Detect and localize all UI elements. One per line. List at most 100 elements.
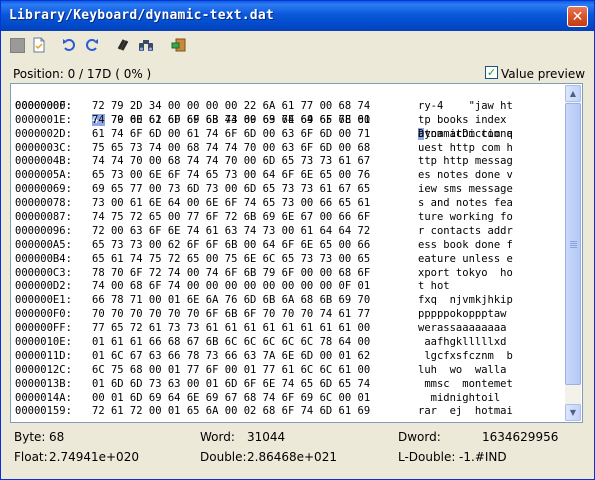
row-offset: 0000010E: xyxy=(15,336,72,349)
row-hex[interactable]: 78 70 6F 72 74 00 74 6F 6B 79 6F 00 00 6… xyxy=(92,267,370,281)
row-text[interactable]: iew sms message xyxy=(418,183,513,197)
hex-row[interactable]: 0000014A: 00 01 6D 69 64 6E 69 67 68 74 6… xyxy=(15,392,567,406)
hex-row[interactable]: 0000013B: 01 6D 6D 73 63 00 01 6D 6F 6E 7… xyxy=(15,378,567,392)
row-offset: 000000A5: xyxy=(15,238,72,251)
byte-value: 68 xyxy=(49,430,65,444)
scroll-up-button[interactable]: ▲ xyxy=(565,85,581,102)
row-text[interactable]: atom atom com q xyxy=(418,128,513,142)
hex-row[interactable]: 000000C3: 78 70 6F 72 74 00 74 6F 6B 79 6… xyxy=(15,267,567,281)
row-text[interactable]: rar ej hotmai xyxy=(418,405,513,419)
thumb-grip xyxy=(570,247,577,248)
hex-row[interactable]: 0000003C: 75 65 73 74 00 68 74 74 70 00 6… xyxy=(15,142,567,156)
row-text[interactable]: eature unless e xyxy=(418,253,513,267)
float-label: Float: xyxy=(14,450,48,464)
row-hex[interactable]: 75 65 73 74 00 68 74 74 70 00 63 6F 6D 0… xyxy=(92,142,370,156)
scroll-down-button[interactable]: ▼ xyxy=(565,404,581,421)
row-hex[interactable]: 74 74 70 00 68 74 74 70 00 6D 65 73 73 6… xyxy=(92,155,370,169)
value-preview-checkbox[interactable]: ✓ xyxy=(485,66,498,79)
row-text[interactable]: s and notes fea xyxy=(418,197,513,211)
row-hex[interactable]: 61 74 6F 6D 00 61 74 6F 6D 00 63 6F 6D 0… xyxy=(92,128,370,142)
hex-row[interactable]: 00000069: 69 65 77 00 73 6D 73 00 6D 65 7… xyxy=(15,183,567,197)
row-text[interactable]: xport tokyo ho xyxy=(418,267,513,281)
hex-row[interactable]: 000000E1: 66 78 71 00 01 6E 6A 76 6D 6B 6… xyxy=(15,294,567,308)
row-text[interactable]: tp books index xyxy=(418,114,513,128)
row-hex[interactable]: 01 6D 6D 73 63 00 01 6D 6F 6E 74 65 6D 6… xyxy=(92,378,370,392)
hex-row[interactable]: 0000001E: 74 70 00 62 6F 6F 6B 73 00 69 6… xyxy=(15,114,567,128)
row-hex[interactable]: 73 00 61 6E 64 00 6E 6F 74 65 73 00 66 6… xyxy=(92,197,370,211)
hex-row[interactable]: 0000010E: 01 61 61 66 68 67 6B 6C 6C 6C 6… xyxy=(15,336,567,350)
redo-button[interactable] xyxy=(82,35,102,55)
value-preview-label[interactable]: Value preview xyxy=(501,67,585,81)
redo-icon xyxy=(86,39,98,51)
stop-button[interactable] xyxy=(7,35,27,55)
row-hex[interactable]: 74 75 72 65 00 77 6F 72 6B 69 6E 67 00 6… xyxy=(92,211,370,225)
link-button[interactable] xyxy=(113,35,133,55)
row-hex[interactable]: 65 73 73 00 62 6F 6F 6B 00 64 6F 6E 65 0… xyxy=(92,239,370,253)
hex-editor[interactable]: 00000000: 44 79 6E 61 6D 69 63 44 69 63 … xyxy=(10,83,583,423)
hex-row[interactable]: 0000012C: 6C 75 68 00 01 77 6F 00 01 77 6… xyxy=(15,364,567,378)
row-hex[interactable]: 66 78 71 00 01 6E 6A 76 6D 6B 6A 68 6B 6… xyxy=(92,294,370,308)
row-hex[interactable]: 72 61 72 00 01 65 6A 00 02 68 6F 74 6D 6… xyxy=(92,405,370,419)
row-hex[interactable]: 01 61 61 66 68 67 6B 6C 6C 6C 6C 6C 78 6… xyxy=(92,336,370,350)
row-text[interactable]: aafhgklllllxd xyxy=(418,336,506,350)
goto-button[interactable] xyxy=(169,35,189,55)
row-hex[interactable]: 65 61 74 75 72 65 00 75 6E 6C 65 73 73 0… xyxy=(92,253,370,267)
row-hex[interactable]: 77 65 72 61 73 73 61 61 61 61 61 61 61 6… xyxy=(92,322,370,336)
row-hex[interactable]: 72 79 2D 34 00 00 00 00 22 6A 61 77 00 6… xyxy=(92,100,370,114)
hex-row[interactable]: 00000096: 72 00 63 6F 6E 74 61 63 74 73 0… xyxy=(15,225,567,239)
row-text[interactable]: werassaaaaaaaa xyxy=(418,322,507,336)
word-label: Word: xyxy=(200,430,235,444)
row-text[interactable]: mmsc montemet xyxy=(418,378,513,392)
row-text[interactable]: pppppokoppptaw xyxy=(418,308,507,322)
find-button[interactable] xyxy=(136,35,156,55)
row-text[interactable]: ttp http messag xyxy=(418,155,513,169)
window-title: Library/Keyboard/dynamic-text.dat xyxy=(9,8,274,23)
row-hex[interactable]: 74 00 68 6F 74 00 00 00 00 00 00 00 00 0… xyxy=(92,280,370,294)
hex-row[interactable]: 0000002D: 61 74 6F 6D 00 61 74 6F 6D 00 6… xyxy=(15,128,567,142)
toolbar xyxy=(5,34,590,56)
row-text[interactable]: luh wo walla xyxy=(418,364,507,378)
hex-row[interactable]: 00000159: 72 61 72 00 01 65 6A 00 02 68 6… xyxy=(15,405,567,419)
undo-button[interactable] xyxy=(59,35,79,55)
scroll-thumb[interactable] xyxy=(565,103,581,385)
hex-row[interactable]: 00000078: 73 00 61 6E 64 00 6E 6F 74 65 7… xyxy=(15,197,567,211)
row-text[interactable]: es notes done v xyxy=(418,169,513,183)
hex-row[interactable]: 000000FF: 77 65 72 61 73 73 61 61 61 61 6… xyxy=(15,322,567,336)
row-offset: 00000087: xyxy=(15,211,72,224)
row-hex[interactable]: 65 73 00 6E 6F 74 65 73 00 64 6F 6E 65 0… xyxy=(92,169,370,183)
row-hex[interactable]: 01 6C 67 63 66 78 73 66 63 7A 6E 6D 00 0… xyxy=(92,350,370,364)
row-text[interactable]: lgcfxsfcznm b xyxy=(418,350,513,364)
close-button[interactable]: ✕ xyxy=(567,6,588,27)
hex-row[interactable]: 000000F0: 70 70 70 70 70 70 6F 6B 6F 70 7… xyxy=(15,308,567,322)
hex-row[interactable]: 000000D2: 74 00 68 6F 74 00 00 00 00 00 0… xyxy=(15,280,567,294)
chevron-down-icon: ▼ xyxy=(569,408,577,417)
row-hex[interactable]: 72 00 63 6F 6E 74 61 63 74 73 00 61 64 6… xyxy=(92,225,370,239)
dword-label: Dword: xyxy=(398,430,441,444)
hex-row[interactable]: 00000000: 44 79 6E 61 6D 69 63 44 69 63 … xyxy=(15,86,567,140)
row-hex[interactable]: 70 70 70 70 70 70 6F 6B 6F 70 70 70 74 6… xyxy=(92,308,370,322)
row-hex[interactable]: 69 65 77 00 73 6D 73 00 6D 65 73 73 61 6… xyxy=(92,183,370,197)
hex-row[interactable]: 00000087: 74 75 72 65 00 77 6F 72 6B 69 6… xyxy=(15,211,567,225)
row-text[interactable]: ess book done f xyxy=(418,239,513,253)
row-text[interactable]: r contacts addr xyxy=(418,225,513,239)
hex-row[interactable]: 000000B4: 65 61 74 75 72 65 00 75 6E 6C 6… xyxy=(15,253,567,267)
new-file-button[interactable] xyxy=(29,35,49,55)
vertical-scrollbar[interactable]: ▲ ▼ xyxy=(565,85,581,421)
row-offset: 0000014A: xyxy=(15,391,72,404)
row-text[interactable]: uest http com h xyxy=(418,142,513,156)
hex-row[interactable]: 0000005A: 65 73 00 6E 6F 74 65 73 00 64 6… xyxy=(15,169,567,183)
row-hex[interactable]: 00 01 6D 69 64 6E 69 67 68 74 6F 69 6C 0… xyxy=(92,392,370,406)
title-bar[interactable]: Library/Keyboard/dynamic-text.dat ✕ xyxy=(1,1,594,31)
hex-row[interactable]: 000000A5: 65 73 73 00 62 6F 6F 6B 00 64 6… xyxy=(15,239,567,253)
row-text[interactable]: ture working fo xyxy=(418,211,513,225)
row-text[interactable]: ry-4 "jaw ht xyxy=(418,100,513,114)
row-text[interactable]: fxq njvmkjhkip xyxy=(418,294,513,308)
hex-row[interactable]: 0000011D: 01 6C 67 63 66 78 73 66 63 7A 6… xyxy=(15,350,567,364)
row-offset: 0000001E: xyxy=(15,113,72,126)
hex-row[interactable]: 0000004B: 74 74 70 00 68 74 74 70 00 6D 6… xyxy=(15,155,567,169)
row-text[interactable]: midnightoil xyxy=(418,392,513,406)
hex-row[interactable]: 0000000F: 72 79 2D 34 00 00 00 00 22 6A 6… xyxy=(15,100,567,114)
row-hex[interactable]: 74 70 00 62 6F 6F 6B 73 00 69 6E 64 65 7… xyxy=(92,114,370,128)
row-hex[interactable]: 6C 75 68 00 01 77 6F 00 01 77 61 6C 6C 6… xyxy=(92,364,370,378)
row-text[interactable]: t hot xyxy=(418,280,513,294)
